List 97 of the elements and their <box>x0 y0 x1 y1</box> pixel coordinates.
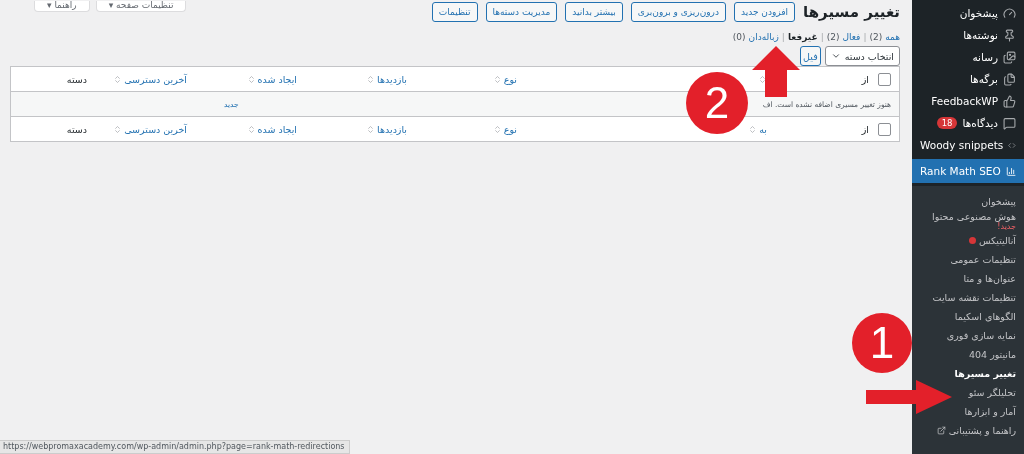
submenu-label: مانیتور 404 <box>968 349 1016 360</box>
sort-icon <box>492 74 502 84</box>
page-title: تغییر مسیرها <box>803 3 900 21</box>
sidebar-label: دیدگاه‌ها <box>962 117 998 129</box>
pin-icon <box>1003 28 1016 42</box>
status-count: (2) <box>826 32 840 42</box>
submenu-label: هوش مصنوعی محتوا <box>932 211 1016 222</box>
column-header: از <box>860 123 869 135</box>
status-count: (0) <box>732 32 746 42</box>
sidebar-label: پیشخوان <box>959 7 998 19</box>
chevron-icon <box>830 51 841 61</box>
gauge-icon <box>1003 6 1016 20</box>
sort-icon <box>113 74 123 84</box>
sidebar-label: FeedbackWP <box>931 95 998 107</box>
action-button[interactable]: افزودن جدید <box>733 2 796 22</box>
action-button[interactable]: تنظیمات <box>431 2 478 22</box>
submenu-label: تنظیمات عمومی <box>950 254 1016 265</box>
submenu-item[interactable]: الگوهای اسکیما <box>950 307 1024 326</box>
sidebar-label: Rank Math SEO <box>920 165 1001 177</box>
submenu-item[interactable]: مانیتور 404 <box>964 345 1024 364</box>
status-url: https://webpromaxacademy.com/wp-admin/admin.php?page=rank-math-redirections <box>0 440 350 454</box>
new-label: جدید! <box>997 222 1016 231</box>
submenu-label: پیشخوان <box>981 196 1016 207</box>
status-filter-link[interactable]: غیرفعا <box>787 32 818 42</box>
separator-mark: | <box>820 32 824 42</box>
thumbs-up-icon <box>1003 94 1016 108</box>
sidebar-item[interactable]: FeedbackWP <box>912 90 1024 112</box>
sidebar-label: Woody snippets <box>920 139 1004 151</box>
submenu-label: الگوهای اسکیما <box>954 311 1016 322</box>
column-header[interactable]: نوع <box>407 73 517 85</box>
separator-mark: | <box>781 32 785 42</box>
sidebar-label: رسانه <box>972 51 998 63</box>
sidebar-item[interactable]: برگه‌ها <box>912 68 1024 90</box>
sidebar-item[interactable]: پیشخوان <box>912 2 1024 24</box>
column-header[interactable]: بازدیدها <box>297 123 407 135</box>
column-header[interactable]: بازدیدها <box>297 73 407 85</box>
submenu-item[interactable]: پیشخوان <box>977 192 1024 211</box>
sort-icon <box>748 124 758 134</box>
sort-icon <box>366 124 376 134</box>
checkbox[interactable] <box>877 72 891 86</box>
submenu-label: راهنما و پشتیبانی <box>948 425 1016 436</box>
column-header[interactable]: ایجاد شده <box>187 73 297 85</box>
sidebar-label: نوشته‌ها <box>963 29 998 41</box>
submenu-label: آنالیتیکس <box>978 235 1016 246</box>
arrow-annotation <box>752 46 800 97</box>
status-count: (2) <box>869 32 883 42</box>
sidebar-item[interactable]: نوشته‌ها <box>912 24 1024 46</box>
submenu-label: عنوان‌ها و متا <box>963 273 1016 284</box>
action-button[interactable]: بیشتر بدانید <box>565 2 623 22</box>
status-filter-link[interactable]: زباله‌دان <box>748 32 779 42</box>
step-number-badge: 1 <box>852 313 912 373</box>
submenu-item[interactable]: تحلیلگر سئو <box>964 383 1024 402</box>
sort-icon <box>366 74 376 84</box>
sort-icon <box>246 124 256 134</box>
submenu-item[interactable]: نمایه سازی فوری <box>942 326 1024 345</box>
submenu-item[interactable]: عنوان‌ها و متا <box>959 269 1024 288</box>
action-button[interactable]: درون‌ریزی و برون‌بری <box>630 2 726 22</box>
count-badge: 18 <box>936 117 958 129</box>
submenu-item[interactable]: آمار و ابزارها <box>960 402 1024 421</box>
status-filter-link[interactable]: همه <box>885 32 900 42</box>
filter-button[interactable]: فیل <box>800 46 821 66</box>
submenu-label: تغییر مسیرها <box>954 368 1016 379</box>
submenu-label: تنظیمات نقشه سایت <box>932 292 1016 303</box>
sort-icon <box>492 124 502 134</box>
checkbox[interactable] <box>877 122 891 136</box>
sidebar-label: برگه‌ها <box>969 73 998 85</box>
bulk-select[interactable]: انتخاب دسته <box>824 46 900 66</box>
comment-icon <box>1003 116 1016 130</box>
screen-tab-button[interactable]: تنظیمات صفحه ▾ <box>95 1 187 12</box>
column-header[interactable]: نوع <box>407 123 517 135</box>
submenu-item[interactable]: تنظیمات عمومی <box>946 250 1024 269</box>
submenu-label: نمایه سازی فوری <box>946 330 1016 341</box>
separator-mark: | <box>863 32 867 42</box>
submenu-item[interactable]: آنالیتیکس <box>964 231 1024 250</box>
column-header[interactable]: آخرین دسترسی <box>87 123 187 135</box>
sort-icon <box>113 124 123 134</box>
sidebar-item[interactable]: Woody snippets <box>912 134 1024 156</box>
sort-icon <box>758 74 767 84</box>
images-icon <box>1003 50 1016 64</box>
submenu-item[interactable]: راهنما و پشتیبانی <box>932 421 1024 440</box>
screen-tab-button[interactable]: راهنما ▾ <box>34 1 90 12</box>
column-header: از <box>860 73 869 85</box>
column-header[interactable]: آخرین دسترسی <box>87 73 187 85</box>
column-header[interactable]: ایجاد شده <box>187 123 297 135</box>
pages-icon <box>1003 72 1016 86</box>
action-button[interactable]: مدیریت دسته‌ها <box>485 2 558 22</box>
bar-chart-icon <box>1005 164 1016 178</box>
column-header: دسته <box>65 73 87 85</box>
sidebar-item[interactable]: Rank Math SEO <box>912 159 1024 183</box>
submenu-label: آمار و ابزارها <box>964 406 1016 417</box>
sidebar-item[interactable]: رسانه <box>912 46 1024 68</box>
submenu-item[interactable]: هوش مصنوعی محتوا جدید! <box>928 211 1024 231</box>
status-filter-link[interactable]: فعال <box>842 32 861 42</box>
sort-icon <box>246 74 256 84</box>
submenu-item[interactable]: تنظیمات نقشه سایت <box>928 288 1024 307</box>
column-header: دسته <box>65 123 87 135</box>
submenu-label: تحلیلگر سئو <box>968 387 1016 398</box>
